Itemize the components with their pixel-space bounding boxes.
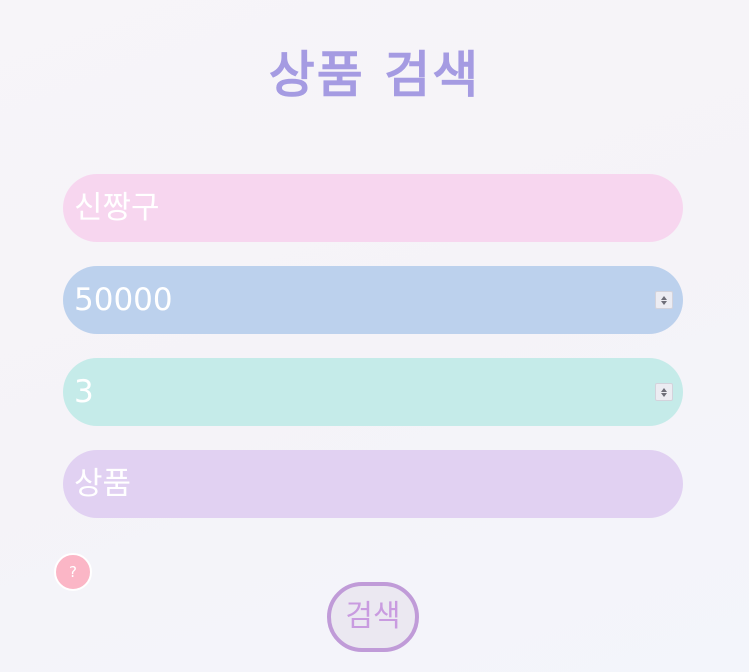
page-title: 상품 검색 <box>268 46 481 104</box>
category-input[interactable]: 상품 <box>63 450 683 518</box>
product-name-value: 신짱구 <box>74 190 160 226</box>
quantity-input[interactable]: 3 <box>63 358 683 426</box>
category-value: 상품 <box>74 466 132 502</box>
quantity-stepper-icon[interactable] <box>655 383 673 401</box>
quantity-value: 3 <box>74 374 94 410</box>
chevron-up-icon[interactable] <box>661 295 667 300</box>
chevron-down-icon[interactable] <box>661 300 667 305</box>
search-button[interactable]: 검색 <box>327 582 419 652</box>
help-button[interactable]: ? <box>54 553 92 591</box>
product-name-input[interactable]: 신짱구 <box>63 174 683 242</box>
price-stepper-icon[interactable] <box>655 291 673 309</box>
chevron-up-icon[interactable] <box>661 387 667 392</box>
max-price-value: 50000 <box>74 282 173 318</box>
max-price-input[interactable]: 50000 <box>63 266 683 334</box>
chevron-down-icon[interactable] <box>661 392 667 397</box>
